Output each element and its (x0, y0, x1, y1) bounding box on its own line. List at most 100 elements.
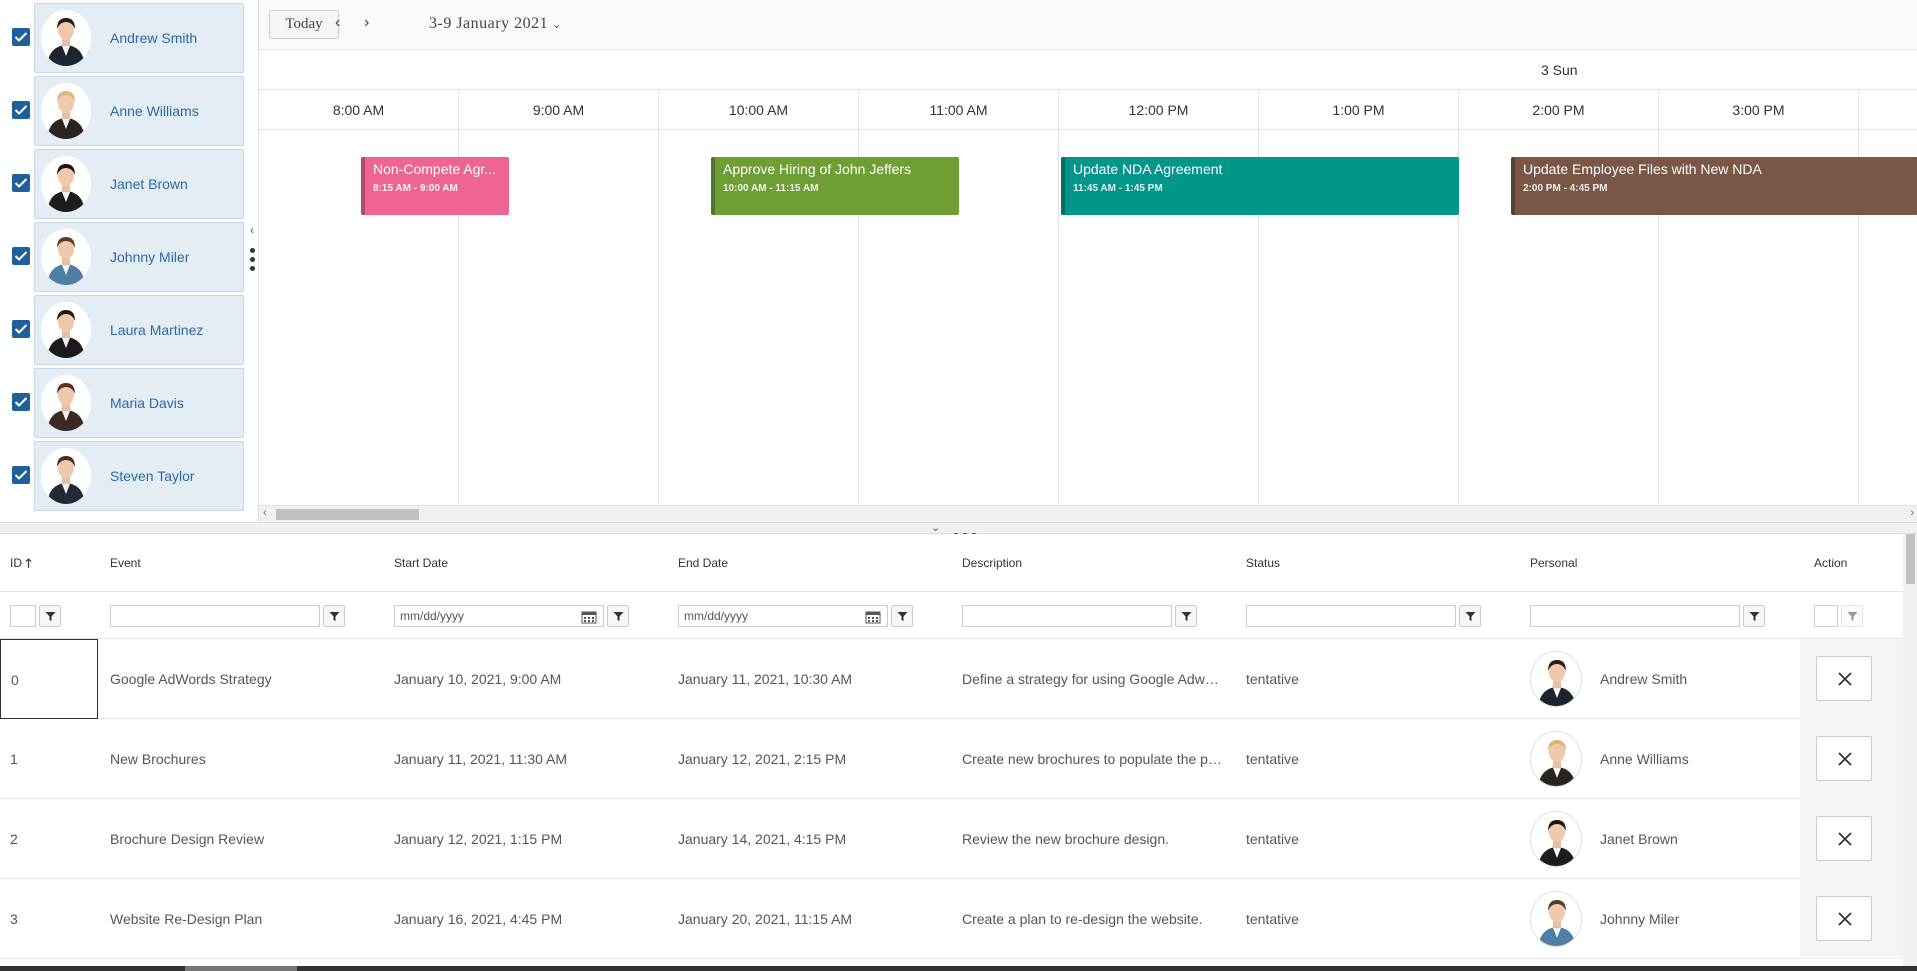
filter-input[interactable] (110, 605, 320, 627)
vertical-scrollbar[interactable] (1903, 534, 1917, 971)
resource-card[interactable]: Johnny Miler (34, 222, 244, 292)
cell-status[interactable]: tentative (1246, 719, 1516, 799)
resource-card[interactable]: Andrew Smith (34, 3, 244, 73)
column-header[interactable]: ID 🡑 (10, 534, 32, 592)
filter-icon[interactable] (1175, 605, 1197, 627)
cell-event[interactable]: Google AdWords Strategy (110, 639, 380, 719)
resource-card[interactable]: Laura Martinez (34, 295, 244, 365)
scrollbar-thumb[interactable] (1906, 534, 1915, 584)
resource-card[interactable]: Steven Taylor (34, 441, 244, 511)
cell-event[interactable]: Brochure Design Review (110, 799, 380, 879)
column-header[interactable]: Start Date (394, 534, 448, 592)
column-header[interactable]: End Date (678, 534, 728, 592)
cell-start-date[interactable]: January 10, 2021, 9:00 AM (394, 639, 664, 719)
cell-personal[interactable]: Andrew Smith (1600, 639, 1790, 719)
date-range-selector[interactable]: 3-9 January 2021 ⌄ (429, 15, 562, 33)
filter-input[interactable] (962, 605, 1172, 627)
cell-event[interactable]: New Brochures (110, 719, 380, 799)
splitter-handle-icon[interactable] (250, 248, 256, 275)
arrow-up-icon: 🡑 (25, 556, 32, 570)
column-header[interactable]: Description (962, 534, 1022, 592)
event-item[interactable]: Non-Compete Agr... 8:15 AM - 9:00 AM (361, 157, 509, 215)
cell-id[interactable]: 3 (0, 879, 98, 959)
scroll-right-icon[interactable]: › (1910, 507, 1914, 519)
resource-checkbox[interactable] (12, 247, 30, 265)
cell-description[interactable]: Create new brochures to populate the pro… (962, 719, 1222, 799)
vertical-splitter[interactable]: ‹ (248, 0, 258, 522)
column-header[interactable]: Status (1246, 534, 1280, 592)
column-header[interactable]: Event (110, 534, 141, 592)
filter-icon[interactable] (1459, 605, 1481, 627)
cell-end-date[interactable]: January 11, 2021, 10:30 AM (678, 639, 948, 719)
chevron-left-icon[interactable]: ‹ (335, 14, 340, 32)
cell-personal[interactable]: Johnny Miler (1600, 879, 1790, 959)
resource-checkbox[interactable] (12, 393, 30, 411)
event-item[interactable]: Update Employee Files with New NDA 2:00 … (1511, 157, 1917, 215)
table-row[interactable]: 0 Google AdWords Strategy January 10, 20… (0, 639, 1903, 719)
horizontal-splitter[interactable]: ⌄ (0, 521, 1917, 539)
horizontal-scrollbar[interactable]: ‹ › (259, 505, 1917, 522)
cell-start-date[interactable]: January 12, 2021, 1:15 PM (394, 799, 664, 879)
calendar-icon[interactable] (581, 610, 597, 630)
column-header[interactable]: Action (1814, 534, 1847, 592)
cell-end-date[interactable]: January 20, 2021, 11:15 AM (678, 879, 948, 959)
table-row[interactable]: 2 Brochure Design Review January 12, 202… (0, 799, 1903, 879)
chevron-right-icon[interactable]: › (364, 14, 369, 32)
scrollbar-thumb[interactable] (185, 966, 297, 971)
resource-checkbox[interactable] (12, 320, 30, 338)
filter-icon[interactable] (891, 605, 913, 627)
today-button[interactable]: Today (269, 10, 339, 39)
filter-input[interactable] (1530, 605, 1740, 627)
column-header[interactable]: Personal (1530, 534, 1577, 592)
table-row[interactable]: 3 Website Re-Design Plan January 16, 202… (0, 879, 1903, 959)
filter-icon[interactable] (1743, 605, 1765, 627)
column-header-label: Action (1814, 556, 1848, 570)
cell-id[interactable]: 0 (0, 639, 98, 719)
cell-id[interactable]: 1 (0, 719, 98, 799)
scroll-left-icon[interactable]: ‹ (263, 507, 267, 519)
delete-button[interactable] (1816, 656, 1872, 701)
filter-icon[interactable] (39, 605, 61, 627)
resource-checkbox[interactable] (12, 466, 30, 484)
cell-description[interactable]: Create a plan to re-design the website. (962, 879, 1222, 959)
avatar (41, 229, 91, 285)
date-filter-input[interactable]: mm/dd/yyyy (394, 605, 604, 627)
collapse-left-icon[interactable]: ‹ (250, 223, 254, 237)
cell-start-date[interactable]: January 16, 2021, 4:45 PM (394, 879, 664, 959)
filter-icon[interactable] (323, 605, 345, 627)
cell-personal[interactable]: Janet Brown (1600, 799, 1790, 879)
cell-end-date[interactable]: January 12, 2021, 2:15 PM (678, 719, 948, 799)
resource-name: Johnny Miler (110, 249, 190, 265)
cell-personal[interactable]: Anne Williams (1600, 719, 1790, 799)
delete-button[interactable] (1816, 816, 1872, 861)
cell-description[interactable]: Review the new brochure design. (962, 799, 1222, 879)
delete-button[interactable] (1816, 896, 1872, 941)
resource-card[interactable]: Anne Williams (34, 76, 244, 146)
delete-button[interactable] (1816, 736, 1872, 781)
event-item[interactable]: Approve Hiring of John Jeffers 10:00 AM … (711, 157, 959, 215)
cell-start-date[interactable]: January 11, 2021, 11:30 AM (394, 719, 664, 799)
resource-checkbox[interactable] (12, 28, 30, 46)
filter-icon[interactable] (607, 605, 629, 627)
cell-description[interactable]: Define a strategy for using Google Adwor… (962, 639, 1222, 719)
resource-checkbox[interactable] (12, 174, 30, 192)
cell-status[interactable]: tentative (1246, 639, 1516, 719)
cell-status[interactable]: tentative (1246, 879, 1516, 959)
resource-checkbox[interactable] (12, 101, 30, 119)
calendar-icon[interactable] (865, 610, 881, 630)
filter-input[interactable] (10, 605, 36, 627)
table-row[interactable]: 1 New Brochures January 11, 2021, 11:30 … (0, 719, 1903, 799)
scrollbar-thumb[interactable] (276, 509, 419, 520)
event-item[interactable]: Update NDA Agreement 11:45 AM - 1:45 PM (1061, 157, 1459, 215)
cell-end-date[interactable]: January 14, 2021, 4:15 PM (678, 799, 948, 879)
chevron-down-icon[interactable]: ⌄ (931, 521, 940, 534)
resource-card[interactable]: Maria Davis (34, 368, 244, 438)
column-header-label: End Date (678, 556, 729, 570)
cell-event[interactable]: Website Re-Design Plan (110, 879, 380, 959)
resource-card[interactable]: Janet Brown (34, 149, 244, 219)
cell-id[interactable]: 2 (0, 799, 98, 879)
cell-status[interactable]: tentative (1246, 799, 1516, 879)
bottom-scrollbar[interactable] (0, 966, 1917, 971)
filter-input[interactable] (1246, 605, 1456, 627)
date-filter-input[interactable]: mm/dd/yyyy (678, 605, 888, 627)
